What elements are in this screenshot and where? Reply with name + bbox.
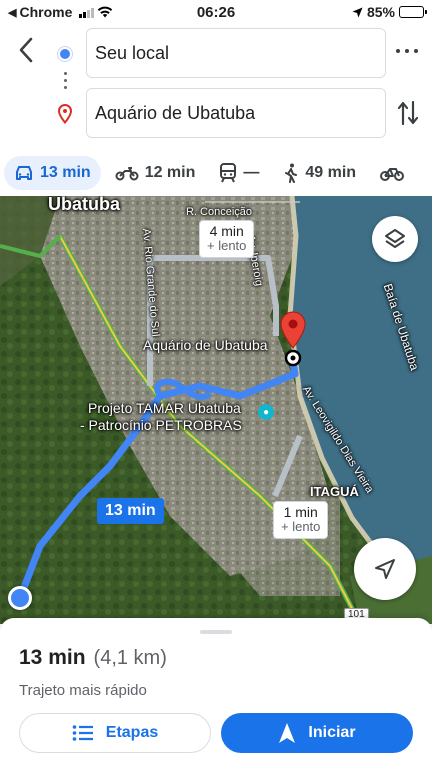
location-arrow-icon (352, 6, 363, 18)
route-dots-icon (64, 72, 67, 93)
start-button[interactable]: Iniciar (221, 713, 413, 753)
route-duration: 13 min (19, 646, 86, 669)
back-arrow-icon (19, 37, 33, 63)
sheet-drag-handle[interactable] (200, 630, 232, 634)
route-distance: (4,1 km) (93, 647, 167, 669)
alt-route-1-time: 4 min (209, 223, 244, 239)
signal-icon (79, 7, 95, 18)
current-location-dot-icon (8, 586, 32, 610)
main-route-time-badge[interactable]: 13 min (97, 498, 164, 524)
map-label-tamar-line2: - Patrocínio PETROBRAS (80, 417, 242, 433)
mode-motorcycle-label: 12 min (144, 164, 196, 181)
map-label-destination: Aquário de Ubatuba (143, 337, 268, 353)
list-icon (72, 725, 93, 741)
walking-icon (285, 163, 298, 183)
destination-marker-icon[interactable] (278, 310, 308, 370)
alt-route-2-sub: + lento (281, 519, 321, 535)
mode-car-label: 13 min (40, 164, 91, 181)
start-label: Iniciar (308, 724, 356, 741)
mode-transit[interactable]: — (209, 156, 269, 190)
layers-button[interactable] (372, 216, 418, 262)
car-icon (16, 166, 32, 180)
directions-header: Seu local Aquário de Ubatuba (0, 24, 432, 150)
mode-car[interactable]: 13 min (4, 156, 101, 190)
motorcycle-icon (115, 167, 139, 181)
battery-icon (399, 6, 427, 18)
travel-modes: 13 min 12 min — 49 min (0, 150, 432, 196)
wifi-icon (98, 6, 113, 18)
status-right: 85% (274, 4, 427, 20)
back-to-app-icon[interactable]: ◀ (8, 6, 16, 19)
navigation-arrow-icon (375, 559, 395, 579)
status-time: 06:26 (196, 3, 236, 21)
alt-route-1-sub: + lento (207, 238, 247, 254)
route-summary: 13 min (4,1 km) (19, 646, 167, 670)
back-button[interactable] (12, 36, 40, 64)
map-label-town: Ubatuba (48, 196, 120, 214)
map-view[interactable]: Ubatuba R. Conceição Av. Iperoig Av. Rio… (0, 196, 432, 624)
navigation-start-icon (279, 723, 296, 743)
back-to-app-label[interactable]: Chrome (19, 4, 72, 20)
bicycle-icon (380, 168, 405, 181)
alt-route-bubble-1[interactable]: 4 min + lento (199, 220, 255, 258)
layers-icon (385, 229, 405, 248)
route-summary-sheet[interactable]: 13 min (4,1 km) Trajeto mais rápido Etap… (0, 618, 432, 768)
train-icon (220, 163, 237, 183)
swap-button[interactable] (396, 98, 420, 128)
origin-dot-icon (58, 47, 72, 61)
alt-route-2-time: 1 min (283, 504, 318, 520)
route-note: Trajeto mais rápido (19, 682, 147, 699)
navigation-preview-button[interactable] (354, 538, 416, 600)
map-label-itagua: ITAGUÁ (310, 484, 359, 499)
mode-motorcycle[interactable]: 12 min (105, 156, 206, 190)
status-left: ◀ Chrome (8, 4, 158, 20)
mode-walk-label: 49 min (305, 164, 357, 181)
tamar-place-icon[interactable]: ● (258, 404, 274, 420)
map-label-tamar-line1: Projeto TAMAR Ubatuba (88, 400, 241, 416)
mode-bike[interactable] (370, 156, 414, 190)
origin-field[interactable]: Seu local (86, 28, 386, 78)
destination-pin-icon (57, 103, 73, 129)
map-label-street-conceicao: R. Conceição (186, 206, 253, 218)
steps-label: Etapas (105, 724, 159, 741)
destination-field[interactable]: Aquário de Ubatuba (86, 88, 386, 138)
swap-icon (397, 100, 419, 126)
alt-route-bubble-2[interactable]: 1 min + lento (273, 501, 329, 539)
more-options-button[interactable] (396, 42, 418, 60)
steps-button[interactable]: Etapas (19, 713, 211, 753)
mode-walk[interactable]: 49 min (273, 156, 366, 190)
mode-transit-label: — (243, 164, 260, 181)
battery-percent: 85% (366, 4, 395, 20)
status-bar: ◀ Chrome 06:26 85% (0, 0, 432, 24)
